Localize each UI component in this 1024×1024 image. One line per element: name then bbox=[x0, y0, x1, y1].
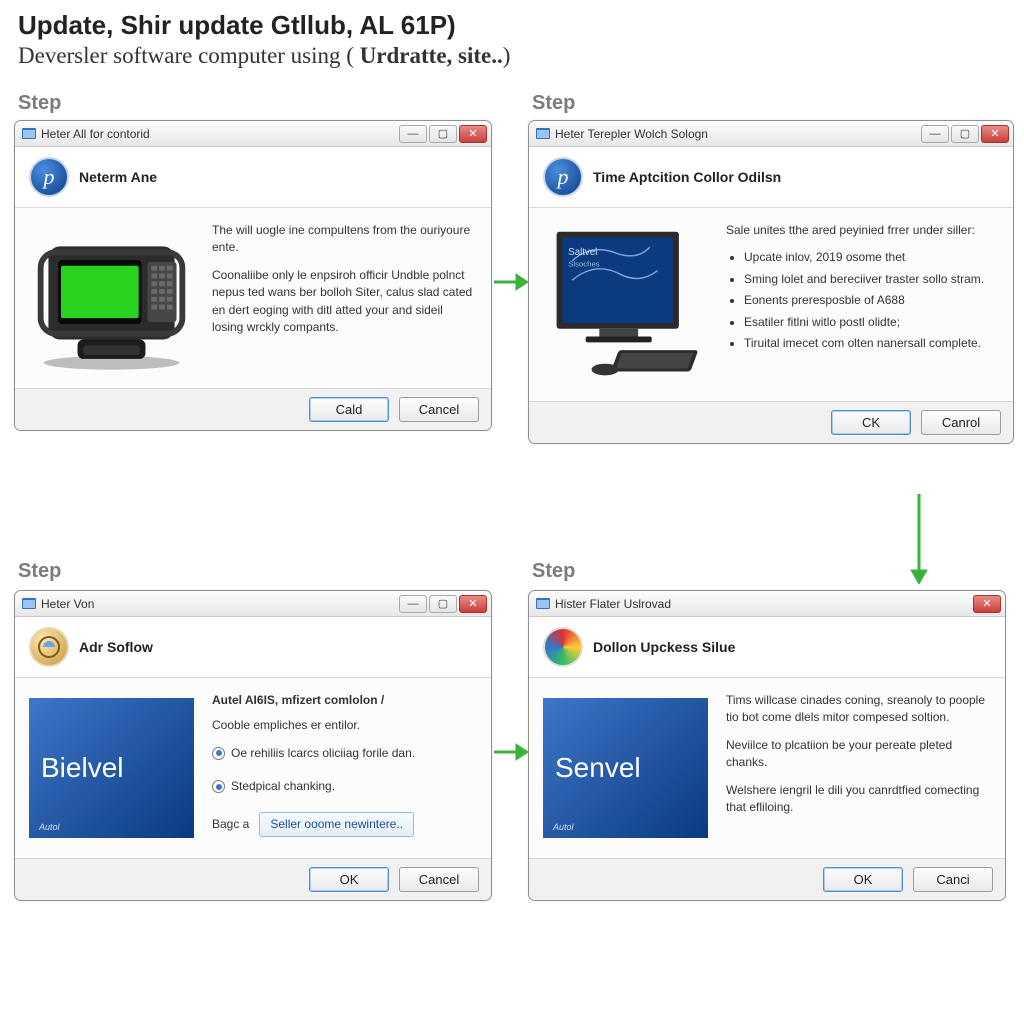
window-title: Heter Terepler Wolch Sologn bbox=[555, 127, 708, 141]
arrow-right-icon bbox=[494, 270, 528, 294]
cancel-button[interactable]: Cancel bbox=[399, 867, 479, 892]
dialog-strong: Autel AI6IS, mfizert comlolon / bbox=[212, 692, 477, 709]
app-logo-icon bbox=[29, 627, 69, 667]
list-item: Tiruital imecet com olten nanersall comp… bbox=[744, 335, 999, 352]
svg-text:Saltvel: Saltvel bbox=[568, 247, 597, 258]
window-title: Hister Flater Uslrovad bbox=[555, 597, 671, 611]
cancel-button[interactable]: Canci bbox=[913, 867, 993, 892]
dialog-text-1: Tims willcase cinades coning, sreanoly t… bbox=[726, 692, 991, 727]
arrow-right-icon bbox=[494, 740, 528, 764]
dialog-intro: Sale unites tthe ared peyinied frrer und… bbox=[726, 222, 999, 239]
list-item: Upcate inlov, 2019 osome thet bbox=[744, 249, 999, 266]
dialog-heading: Neterm Ane bbox=[79, 169, 157, 185]
window-icon bbox=[21, 596, 37, 612]
step-label-3: Step bbox=[18, 560, 61, 583]
dialog-text-3: Welshere iengril le dili you canrdtfied … bbox=[726, 782, 991, 817]
dialog-3: Heter Von — ▢ ✕ Adr Soflow Bielvel Autol… bbox=[14, 590, 492, 901]
app-logo-icon: p bbox=[543, 157, 583, 197]
list-item: Eonents preresposble of A688 bbox=[744, 292, 999, 309]
maximize-button[interactable]: ▢ bbox=[951, 125, 979, 143]
radio-icon bbox=[212, 780, 225, 793]
page-title: Update, Shir update Gtllub, AL 61P) bbox=[0, 0, 1024, 43]
radio-option-1[interactable]: Oe rehiliis lcarcs oliciiag forile dan. bbox=[212, 745, 477, 762]
bagc-label: Bagc a bbox=[212, 817, 249, 831]
window-title: Heter Von bbox=[41, 597, 94, 611]
ok-button[interactable]: OK bbox=[823, 867, 903, 892]
window-icon bbox=[535, 126, 551, 142]
window-title: Heter All for contorid bbox=[41, 127, 150, 141]
window-icon bbox=[535, 596, 551, 612]
arrow-down-icon bbox=[907, 494, 931, 584]
list-item: Esatiler fitlni witlo postl olidte; bbox=[744, 314, 999, 331]
radio-option-2[interactable]: Stedpical chanking. bbox=[212, 778, 477, 795]
dialog-heading: Adr Soflow bbox=[79, 639, 153, 655]
close-button[interactable]: ✕ bbox=[981, 125, 1009, 143]
dialog-text-2: Neviilce to plcatiion be your pereate pl… bbox=[726, 737, 991, 772]
step-label-1: Step bbox=[18, 92, 61, 115]
close-button[interactable]: ✕ bbox=[459, 125, 487, 143]
app-logo-icon bbox=[543, 627, 583, 667]
dialog-text-2: Coonaliibe only le enpsiroh officir Undb… bbox=[212, 267, 477, 337]
dialog-4: Hister Flater Uslrovad ✕ Dollon Upckess … bbox=[528, 590, 1006, 901]
svg-text:Slsoches: Slsoches bbox=[568, 260, 600, 269]
window-icon bbox=[21, 126, 37, 142]
radio-icon bbox=[212, 747, 225, 760]
pc-illustration: Saltvel Slsoches bbox=[543, 222, 708, 387]
page-subtitle: Deversler software computer using ( Urdr… bbox=[0, 43, 1024, 79]
dialog-1: Heter All for contorid — ▢ ✕ p Neterm An… bbox=[14, 120, 492, 431]
brand-illustration: Bielvel Autol bbox=[29, 692, 194, 844]
ck-button[interactable]: CK bbox=[831, 410, 911, 435]
maximize-button[interactable]: ▢ bbox=[429, 595, 457, 613]
step-label-4: Step bbox=[532, 560, 575, 583]
app-logo-icon: p bbox=[29, 157, 69, 197]
dialog-heading: Time Aptcition Collor Odilsn bbox=[593, 169, 781, 185]
maximize-button[interactable]: ▢ bbox=[429, 125, 457, 143]
dialog-subtitle: Cooble empliches er entilor. bbox=[212, 717, 477, 734]
dialog-text-1: The will uogle ine compultens from the o… bbox=[212, 222, 477, 257]
dialog-bullet-list: Upcate inlov, 2019 osome thet Sming lole… bbox=[726, 249, 999, 352]
cancel-button[interactable]: Cancel bbox=[399, 397, 479, 422]
seller-link-button[interactable]: Seller ooome newintere.. bbox=[259, 812, 414, 837]
minimize-button[interactable]: — bbox=[921, 125, 949, 143]
minimize-button[interactable]: — bbox=[399, 125, 427, 143]
close-button[interactable]: ✕ bbox=[973, 595, 1001, 613]
dialog-heading: Dollon Upckess Silue bbox=[593, 639, 735, 655]
cancel-button[interactable]: Canrol bbox=[921, 410, 1001, 435]
minimize-button[interactable]: — bbox=[399, 595, 427, 613]
device-illustration bbox=[29, 222, 194, 374]
step-label-2: Step bbox=[532, 92, 575, 115]
brand-illustration: Senvel Autol bbox=[543, 692, 708, 844]
close-button[interactable]: ✕ bbox=[459, 595, 487, 613]
ok-button[interactable]: OK bbox=[309, 867, 389, 892]
cald-button[interactable]: Cald bbox=[309, 397, 389, 422]
list-item: Sming lolet and bereciiver traster sollo… bbox=[744, 271, 999, 288]
dialog-2: Heter Terepler Wolch Sologn — ▢ ✕ p Time… bbox=[528, 120, 1014, 444]
